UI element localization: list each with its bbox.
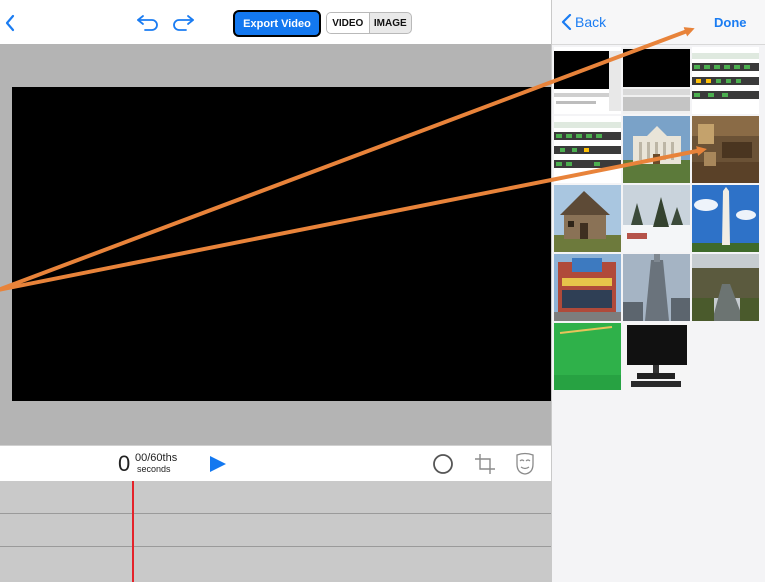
time-unit-label: seconds	[137, 464, 171, 474]
export-video-button[interactable]: Export Video	[233, 10, 321, 37]
mode-segmented-control: VIDEO IMAGE	[326, 12, 412, 34]
circle-icon[interactable]	[432, 453, 454, 475]
timeline-track[interactable]	[0, 514, 551, 547]
mask-icon[interactable]	[514, 452, 536, 476]
timeline-track[interactable]	[0, 481, 551, 514]
green-screen-photo[interactable]	[554, 323, 621, 390]
video-editor: Export Video VIDEO IMAGE 0 00/60ths seco…	[0, 0, 551, 582]
undo-icon[interactable]	[135, 12, 161, 32]
time-seconds: 0	[118, 451, 131, 476]
screenshot-thumbnail[interactable]	[554, 116, 621, 183]
snowy-forest-photo[interactable]	[623, 185, 690, 252]
done-button[interactable]: Done	[714, 15, 747, 30]
wooden-house-photo[interactable]	[554, 185, 621, 252]
interior-room-photo[interactable]	[692, 116, 759, 183]
timeline[interactable]	[0, 481, 551, 582]
mode-video-segment[interactable]: VIDEO	[327, 13, 370, 33]
screenshot-thumbnail[interactable]	[623, 47, 690, 114]
time-fraction: 00/60ths	[135, 452, 178, 464]
chevron-left-icon[interactable]	[4, 14, 16, 32]
editor-toolbar: Export Video VIDEO IMAGE	[0, 0, 551, 45]
playback-controls: 0 00/60ths seconds	[0, 445, 551, 482]
skyscraper-photo[interactable]	[623, 254, 690, 321]
media-picker-panel: Back Done	[551, 0, 765, 582]
mode-image-segment[interactable]: IMAGE	[370, 13, 412, 33]
timeline-track[interactable]	[0, 547, 551, 580]
screenshot-thumbnail[interactable]	[692, 47, 759, 114]
redo-icon[interactable]	[170, 12, 196, 32]
preview-stage	[0, 44, 551, 445]
white-house-photo[interactable]	[623, 116, 690, 183]
play-icon[interactable]	[208, 455, 228, 473]
video-preview[interactable]	[12, 87, 551, 401]
picker-nav-bar: Back Done	[552, 0, 765, 45]
monument-photo[interactable]	[692, 185, 759, 252]
back-button[interactable]: Back	[561, 14, 606, 30]
screenshot-thumbnail[interactable]	[554, 47, 621, 114]
playhead[interactable]	[132, 481, 134, 582]
storefront-photo[interactable]	[554, 254, 621, 321]
chevron-left-icon	[561, 14, 572, 30]
river-photo[interactable]	[692, 254, 759, 321]
crop-icon[interactable]	[473, 452, 497, 476]
back-button-label: Back	[575, 14, 607, 30]
computer-monitor-photo[interactable]	[623, 323, 690, 390]
